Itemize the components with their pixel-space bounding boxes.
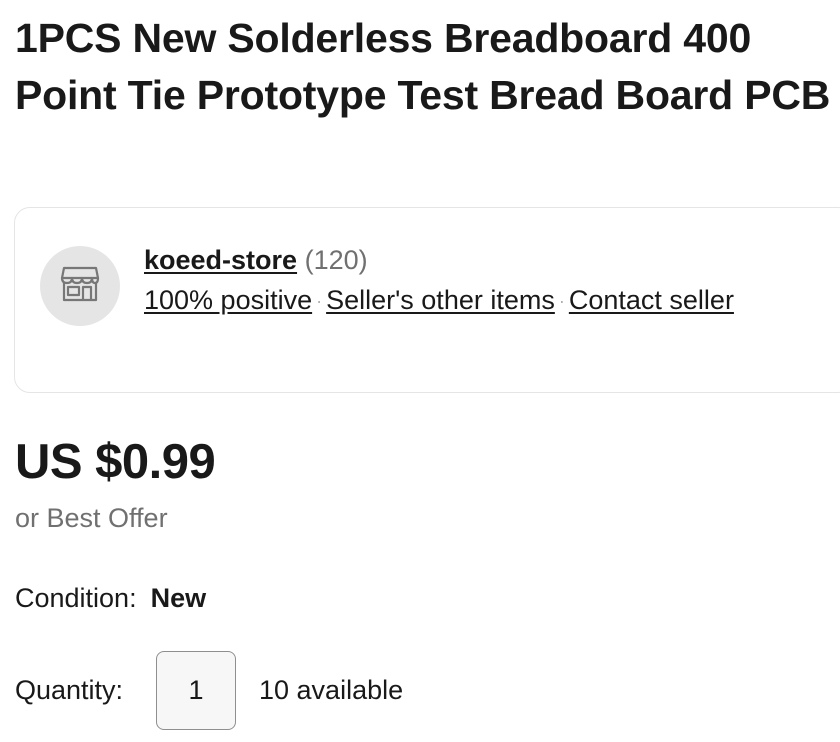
item-price: US $0.99 xyxy=(15,435,216,489)
best-offer-text: or Best Offer xyxy=(15,503,168,533)
listing-title: 1PCS New Solderless Breadboard 400 Point… xyxy=(15,15,831,118)
available-count: 10 available xyxy=(259,675,404,705)
seller-name-link[interactable]: koeed-store xyxy=(144,245,297,275)
store-icon xyxy=(60,266,100,307)
separator-dot: · xyxy=(558,291,565,311)
quantity-input[interactable] xyxy=(156,651,236,730)
feedback-count: (120) xyxy=(304,245,368,275)
separator-dot: · xyxy=(316,291,323,311)
quantity-label: Quantity: xyxy=(15,675,124,705)
contact-seller-link[interactable]: Contact seller xyxy=(569,285,734,315)
seller-other-items-link[interactable]: Seller's other items xyxy=(326,285,555,315)
seller-card: koeed-store (120) 100% positive · Seller's… xyxy=(14,207,840,393)
condition-label: Condition: xyxy=(15,583,137,613)
positive-feedback-link[interactable]: 100% positive xyxy=(144,285,312,315)
seller-avatar[interactable] xyxy=(40,246,120,326)
condition-row: Condition: New xyxy=(15,580,206,616)
condition-value: New xyxy=(150,583,207,613)
seller-info: koeed-store (120) 100% positive · Seller's… xyxy=(144,240,764,321)
